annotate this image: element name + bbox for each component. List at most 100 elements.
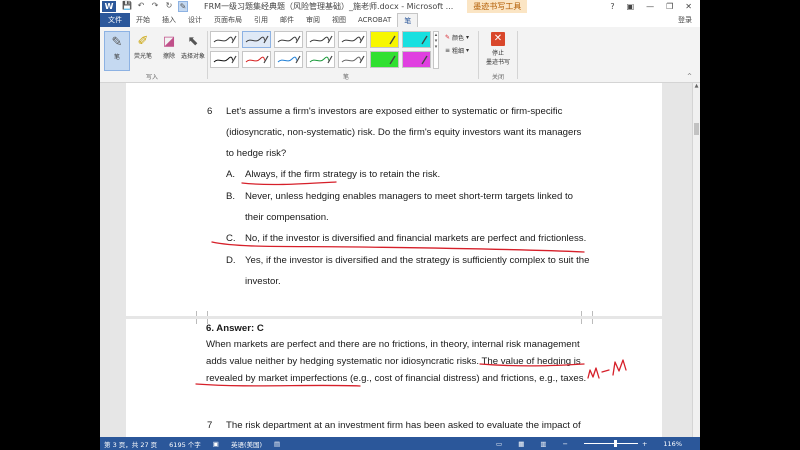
zoom-in-icon[interactable]: + [642, 440, 647, 448]
option-letter: D. [226, 255, 236, 266]
stop-label-2: 墨迹书写 [485, 59, 510, 66]
pen-style-swatch[interactable] [210, 51, 239, 68]
pen-style-swatch[interactable] [210, 31, 239, 48]
group-separator [207, 31, 208, 79]
ribbon-tabs: 文件 开始 插入 设计 页面布局 引用 邮件 审阅 视图 ACROBAT 笔 登… [100, 13, 700, 27]
pen-style-swatch[interactable] [242, 31, 271, 48]
close-x-icon: ✕ [491, 32, 505, 46]
zoom-slider-knob[interactable] [613, 440, 617, 447]
thickness-dropdown[interactable]: ≡ 粗细 ▾ [445, 46, 469, 55]
pen-style-swatch[interactable] [370, 51, 399, 68]
pen-style-swatch[interactable] [274, 51, 303, 68]
ribbon: ✎ 笔 ✐ 荧光笔 ◪ 擦除 ⬉ 选择对象 写入 ▴ ▾ ▾ ✎ 颜色 ▾ ≡ 粗细… [100, 27, 700, 83]
gallery-more-button[interactable]: ▴ ▾ ▾ [433, 31, 439, 69]
pen-tool-button[interactable]: ✎ 笔 [104, 31, 130, 71]
quick-access-toolbar: 💾 ↶ ↷ ↻ ✎ [122, 1, 188, 12]
tab-review[interactable]: 审阅 [300, 13, 326, 27]
restore-icon[interactable]: ❐ [666, 2, 673, 11]
pen-style-swatch[interactable] [338, 51, 367, 68]
eraser-icon: ◪ [162, 33, 176, 49]
pen-mode-icon[interactable]: ✎ [178, 1, 188, 12]
language[interactable]: 英语(美国) [231, 439, 262, 449]
stop-label-1: 停止 [491, 50, 504, 57]
close-icon[interactable]: ✕ [685, 2, 692, 11]
pen-style-swatch[interactable] [242, 51, 271, 68]
proofing-icon[interactable]: ▣ [213, 440, 219, 448]
question-text-line: to hedge risk? [226, 148, 287, 159]
undo-icon[interactable]: ↶ [136, 1, 146, 12]
pen-stroke-icon [309, 35, 333, 44]
tab-page-layout[interactable]: 页面布局 [208, 13, 248, 27]
question-text-line: Let's assume a firm's investors are expo… [226, 106, 563, 117]
option-letter: B. [226, 191, 236, 202]
print-layout-icon[interactable]: ▦ [518, 440, 524, 448]
color-dropdown[interactable]: ✎ 颜色 ▾ [445, 33, 469, 42]
pen-icon: ✎ [111, 34, 123, 50]
page: 6. Answer: C When markets are perfect an… [126, 319, 662, 437]
word-count[interactable]: 6195 个字 [169, 439, 201, 449]
page: 6 Let's assume a firm's investors are ex… [126, 83, 662, 316]
tab-design[interactable]: 设计 [182, 13, 208, 27]
tab-insert[interactable]: 插入 [156, 13, 182, 27]
group-separator [517, 31, 518, 79]
option-letter: A. [226, 169, 236, 180]
pen-stroke-icon [213, 35, 237, 44]
thickness-icon: ≡ [445, 47, 451, 54]
eraser-tool-label: 擦除 [162, 53, 175, 60]
highlighter-tool-label: 荧光笔 [133, 53, 152, 60]
question-number: 7 [207, 420, 213, 431]
tab-view[interactable]: 视图 [326, 13, 352, 27]
select-object-button[interactable]: ⬉ 选择对象 [180, 31, 206, 71]
pen-style-swatch[interactable] [402, 51, 431, 68]
zoom-level[interactable]: 116% [663, 440, 682, 448]
web-layout-icon[interactable]: ▥ [540, 440, 546, 448]
pen-style-swatch[interactable] [274, 31, 303, 48]
chevron-down-icon: ▾ [466, 34, 470, 41]
tab-pen[interactable]: 笔 [397, 13, 419, 27]
tab-home[interactable]: 开始 [130, 13, 156, 27]
option-text: investor. [245, 276, 281, 287]
question-text-line: The risk department at an investment fir… [226, 420, 581, 431]
scrollbar-thumb[interactable] [694, 123, 699, 135]
ribbon-display-icon[interactable]: ▣ [627, 2, 635, 11]
tab-mailings[interactable]: 邮件 [274, 13, 300, 27]
scroll-up-icon[interactable]: ▲ [693, 83, 700, 89]
vertical-scrollbar[interactable]: ▲ [692, 83, 700, 437]
pen-style-gallery [210, 31, 432, 69]
tab-references[interactable]: 引用 [248, 13, 274, 27]
minimize-icon[interactable]: — [646, 2, 654, 11]
pen-stroke-icon [341, 35, 365, 44]
pen-style-swatch[interactable] [370, 31, 399, 48]
pen-stroke-icon [277, 35, 301, 44]
zoom-slider[interactable] [583, 440, 638, 447]
stop-inking-button[interactable]: ✕ 停止 墨迹书写 [483, 31, 513, 71]
group-close-label: 关闭 [492, 74, 505, 81]
zoom-controls: ▭ ▦ ▥ − + 116% [496, 440, 694, 448]
page-count[interactable]: 第 3 页，共 27 页 [104, 439, 157, 449]
tab-acrobat[interactable]: ACROBAT [352, 13, 397, 27]
highlighter-tool-button[interactable]: ✐ 荧光笔 [130, 31, 156, 71]
pen-style-swatch[interactable] [402, 31, 431, 48]
pen-style-swatch[interactable] [306, 31, 335, 48]
title-bar: W 💾 ↶ ↷ ↻ ✎ FRM一级习题集经典题（风险管理基础）_施老师.docx… [100, 0, 700, 13]
page-crop-mark [196, 311, 208, 316]
pen-stroke-icon [341, 55, 365, 64]
tab-file[interactable]: 文件 [100, 13, 130, 27]
repeat-icon[interactable]: ↻ [164, 1, 174, 12]
eraser-tool-button[interactable]: ◪ 擦除 [156, 31, 182, 71]
option-text: Always, if the firm strategy is to retai… [245, 169, 441, 180]
macro-icon[interactable]: ▤ [274, 440, 280, 448]
pen-style-swatch[interactable] [338, 31, 367, 48]
answer-text-line: When markets are perfect and there are n… [206, 339, 580, 350]
save-icon[interactable]: 💾 [122, 1, 132, 12]
window-title: FRM一级习题集经典题（风险管理基础）_施老师.docx - Microsoft… [204, 2, 454, 11]
login-link[interactable]: 登录 [678, 15, 692, 25]
pen-style-swatch[interactable] [306, 51, 335, 68]
redo-icon[interactable]: ↷ [150, 1, 160, 12]
collapse-ribbon-icon[interactable]: ^ [687, 73, 692, 80]
help-icon[interactable]: ? [610, 2, 614, 11]
window-controls: ? ▣ — ❐ ✕ [610, 2, 692, 11]
zoom-out-icon[interactable]: − [563, 440, 568, 448]
select-object-label: 选择对象 [180, 53, 205, 60]
read-mode-icon[interactable]: ▭ [496, 440, 502, 448]
